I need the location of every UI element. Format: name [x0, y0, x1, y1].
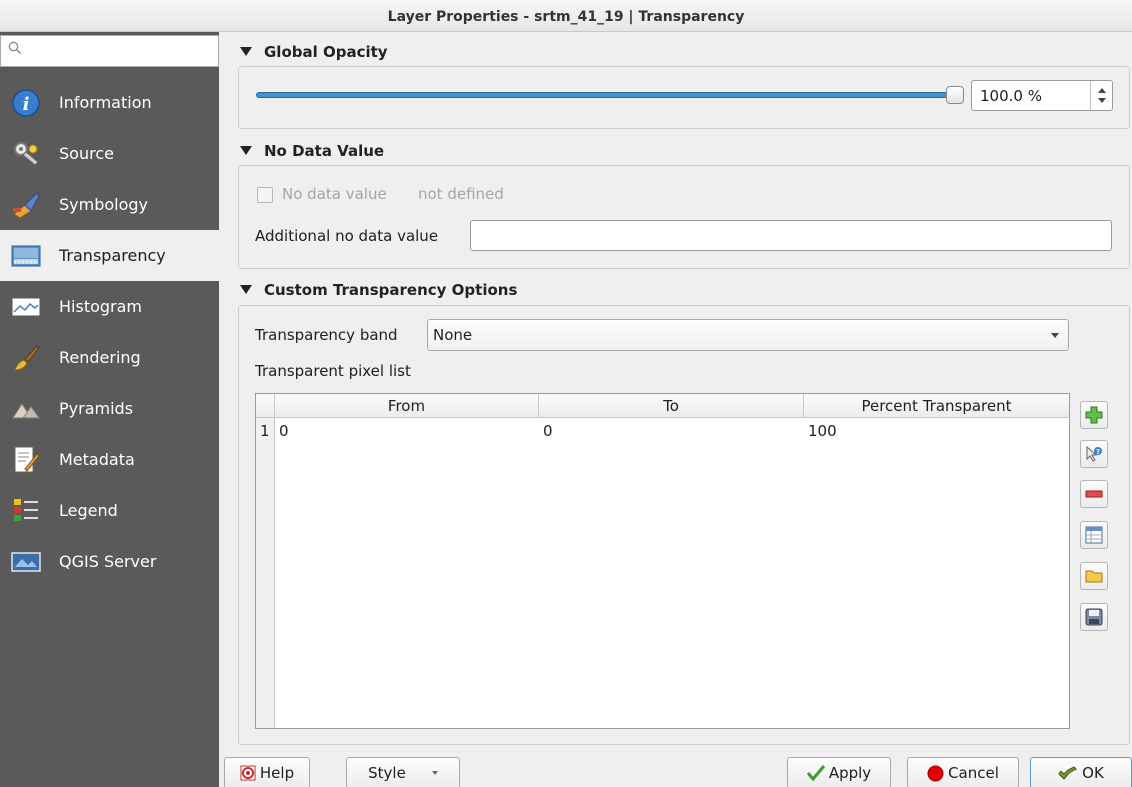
- additional-no-data-label: Additional no data value: [255, 227, 439, 245]
- metadata-icon: [11, 445, 41, 475]
- remove-value-button[interactable]: [1080, 480, 1108, 508]
- window-title: Layer Properties - srtm_41_19 | Transpar…: [0, 0, 1132, 32]
- add-from-display-button[interactable]: ?: [1080, 440, 1108, 468]
- table-cell-percent[interactable]: 100: [808, 422, 837, 440]
- information-icon: i: [11, 88, 41, 118]
- import-icon: [1085, 570, 1103, 583]
- sidebar-item-label: Symbology: [59, 195, 149, 214]
- sidebar-item-legend[interactable]: Legend: [0, 485, 219, 536]
- no-data-header[interactable]: No Data Value: [240, 142, 384, 160]
- symbology-icon: [11, 190, 41, 220]
- table-cell-from[interactable]: 0: [279, 422, 289, 440]
- collapse-triangle-icon: [240, 47, 252, 56]
- opacity-spinbox[interactable]: 100.0 %: [971, 80, 1113, 111]
- column-header-from[interactable]: From: [275, 394, 539, 418]
- sidebar-item-qgis-server[interactable]: QGIS Server: [0, 536, 219, 587]
- global-opacity-header[interactable]: Global Opacity: [240, 43, 388, 61]
- no-data-checkbox[interactable]: [257, 187, 273, 203]
- sidebar-item-label: Source: [59, 144, 114, 163]
- default-values-icon: [1085, 526, 1103, 544]
- transparency-band-label: Transparency band: [255, 326, 398, 344]
- svg-text:?: ?: [1096, 448, 1100, 456]
- help-icon: [240, 765, 256, 781]
- search-icon: [8, 41, 22, 55]
- cancel-button[interactable]: Cancel: [907, 757, 1019, 787]
- source-icon: [11, 139, 41, 169]
- add-icon: [1085, 406, 1103, 424]
- checkmark-icon: [806, 765, 825, 781]
- dropdown-arrow-icon: [431, 771, 438, 775]
- ok-icon: [1058, 766, 1077, 780]
- sidebar-search-input[interactable]: [0, 35, 219, 67]
- sidebar-item-pyramids[interactable]: Pyramids: [0, 383, 219, 434]
- apply-button[interactable]: Apply: [787, 757, 891, 787]
- help-button[interactable]: Help: [224, 757, 310, 787]
- save-button[interactable]: [1080, 603, 1108, 631]
- sidebar-item-label: Transparency: [59, 246, 166, 265]
- sidebar-item-label: Histogram: [59, 297, 142, 316]
- no-data-status: not defined: [418, 185, 504, 203]
- transparent-pixel-list-label: Transparent pixel list: [255, 362, 411, 380]
- transparency-icon: [11, 241, 41, 271]
- table-corner[interactable]: [256, 394, 275, 418]
- svg-text:i: i: [23, 94, 30, 115]
- opacity-slider-handle[interactable]: [946, 86, 964, 104]
- sidebar: i Information Source Symbology Transpare…: [0, 32, 219, 787]
- add-from-display-icon: ?: [1086, 445, 1102, 462]
- no-data-checkbox-label: No data value: [282, 185, 387, 203]
- transparent-pixel-table[interactable]: From To Percent Transparent 1 0 0 100: [255, 393, 1070, 729]
- custom-transparency-header[interactable]: Custom Transparency Options: [240, 281, 517, 299]
- legend-icon: [11, 496, 41, 526]
- sidebar-item-histogram[interactable]: Histogram: [0, 281, 219, 332]
- pyramids-icon: [11, 394, 41, 424]
- qgis-server-icon: [11, 547, 41, 577]
- sidebar-item-metadata[interactable]: Metadata: [0, 434, 219, 485]
- sidebar-item-label: Metadata: [59, 450, 135, 469]
- ok-button[interactable]: OK: [1030, 757, 1132, 787]
- sidebar-item-information[interactable]: i Information: [0, 77, 219, 128]
- column-header-percent[interactable]: Percent Transparent: [804, 394, 1069, 418]
- transparency-band-combo[interactable]: None: [427, 319, 1069, 351]
- sidebar-item-label: Pyramids: [59, 399, 134, 418]
- cancel-icon: [927, 765, 944, 781]
- sidebar-item-transparency[interactable]: Transparency: [0, 230, 219, 281]
- sidebar-item-label: Information: [59, 93, 152, 112]
- import-button[interactable]: [1080, 562, 1108, 590]
- opacity-slider-track[interactable]: [256, 92, 956, 98]
- save-icon: [1085, 608, 1103, 626]
- spin-arrows-icon[interactable]: [1090, 81, 1112, 110]
- style-button[interactable]: Style: [346, 757, 460, 787]
- sidebar-item-rendering[interactable]: Rendering: [0, 332, 219, 383]
- remove-icon: [1085, 490, 1103, 498]
- sidebar-item-symbology[interactable]: Symbology: [0, 179, 219, 230]
- dropdown-arrow-icon: [1051, 333, 1059, 338]
- sidebar-item-label: QGIS Server: [59, 552, 157, 571]
- add-value-button[interactable]: [1080, 401, 1108, 429]
- sidebar-splitter[interactable]: [219, 32, 225, 787]
- sidebar-item-source[interactable]: Source: [0, 128, 219, 179]
- no-data-group: [238, 165, 1130, 269]
- collapse-triangle-icon: [240, 146, 252, 155]
- row-header-column: [256, 418, 275, 728]
- table-cell-to[interactable]: 0: [543, 422, 553, 440]
- histogram-icon: [11, 292, 41, 322]
- column-header-to[interactable]: To: [539, 394, 804, 418]
- sidebar-item-label: Rendering: [59, 348, 141, 367]
- collapse-triangle-icon: [240, 285, 252, 294]
- sidebar-item-label: Legend: [59, 501, 118, 520]
- default-values-button[interactable]: [1080, 521, 1108, 549]
- rendering-icon: [11, 343, 41, 373]
- row-number[interactable]: 1: [260, 422, 270, 440]
- additional-no-data-input[interactable]: [470, 220, 1112, 251]
